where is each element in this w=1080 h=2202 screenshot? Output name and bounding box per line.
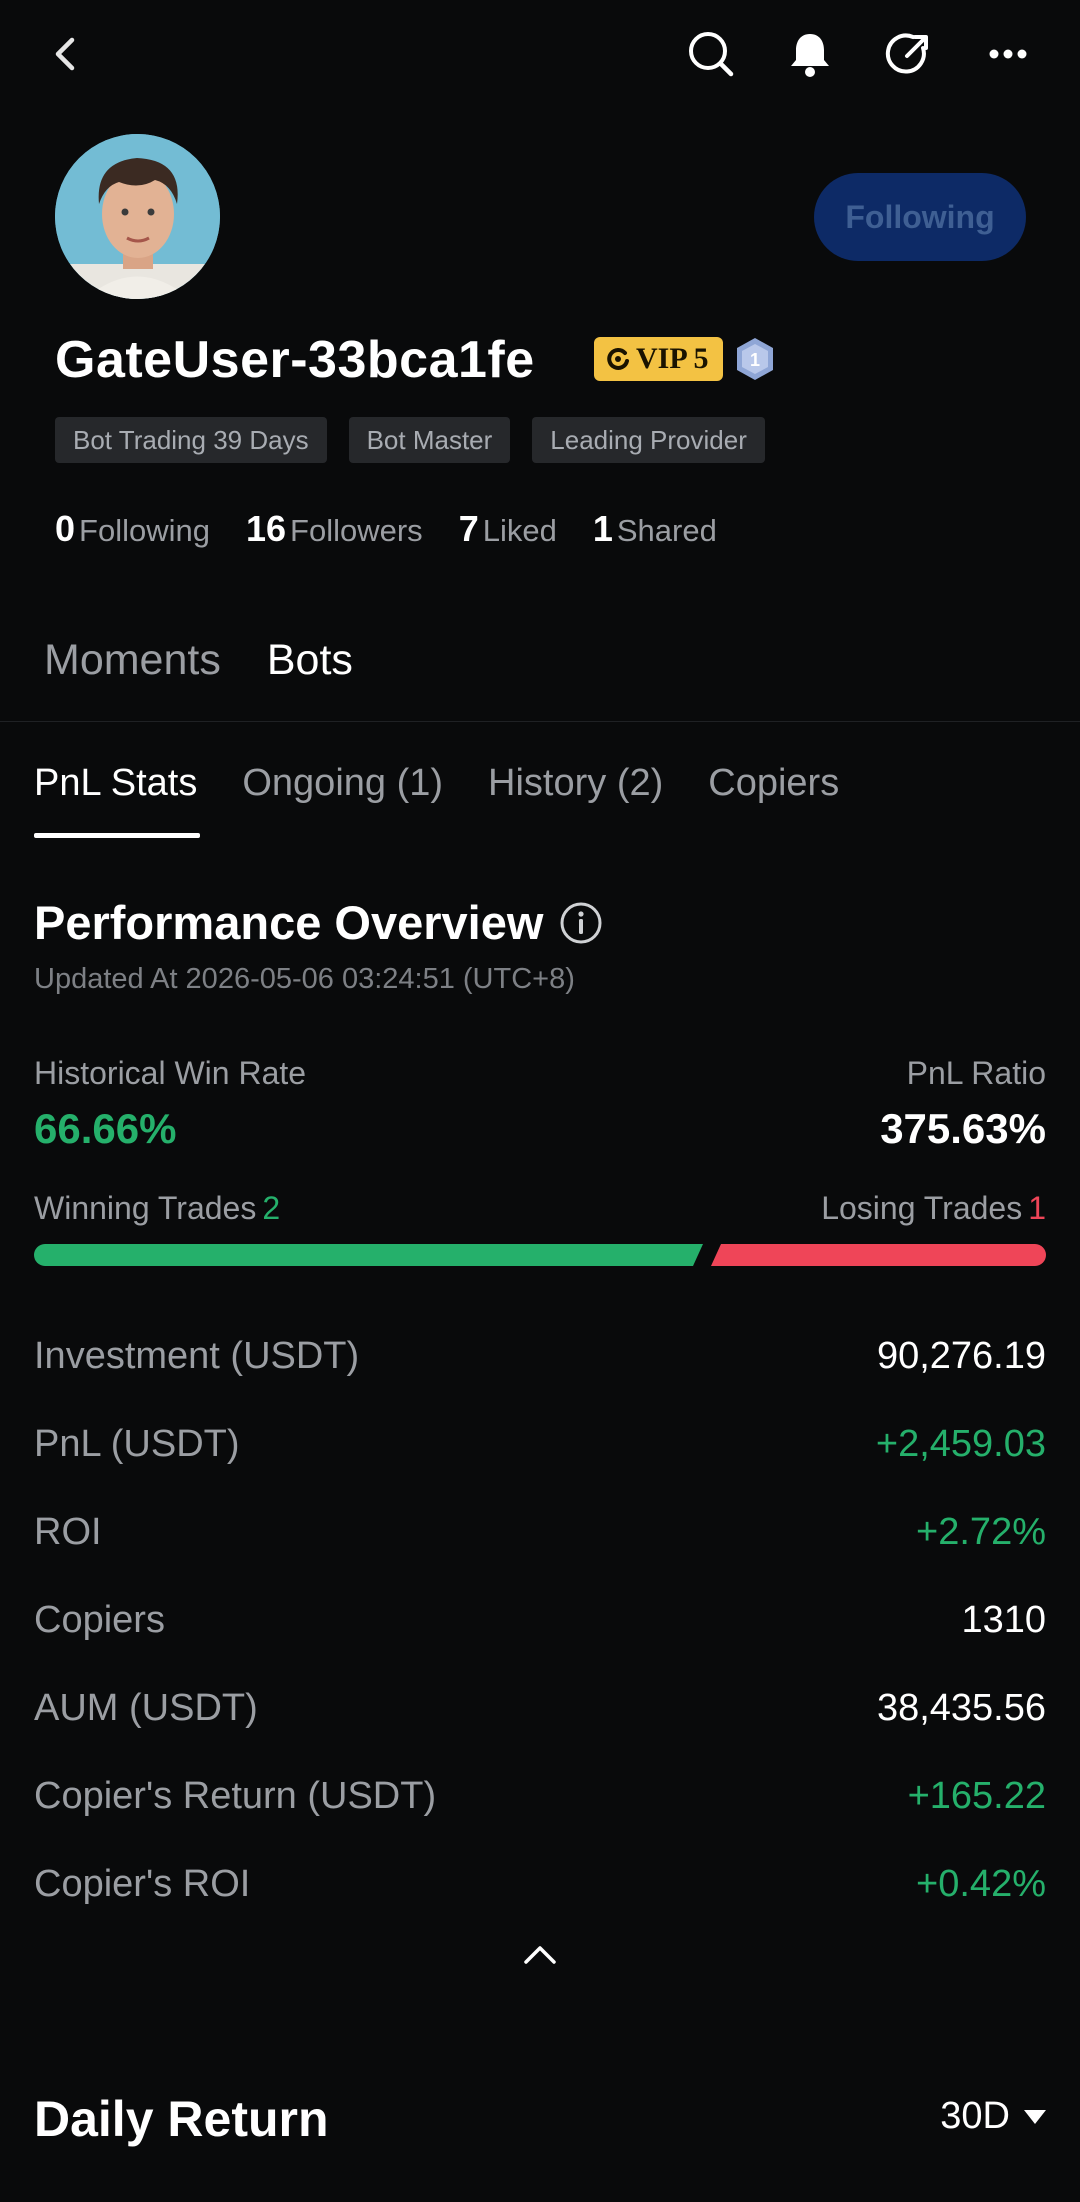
profile-stats: 0 Following 16 Followers 7 Liked 1 Shared xyxy=(55,508,717,550)
bell-icon[interactable] xyxy=(778,22,842,86)
win-bar-segment xyxy=(34,1244,703,1266)
period-value: 30D xyxy=(940,2095,1010,2137)
tab-bots[interactable]: Bots xyxy=(267,636,353,685)
row-value: +2.72% xyxy=(916,1510,1046,1553)
profile-page: Following GateUser-33bca1fe VIP 5 1 Bot … xyxy=(0,0,1080,2202)
daily-return-title: Daily Return xyxy=(34,2091,329,2147)
row-label: PnL (USDT) xyxy=(34,1422,240,1465)
stat-row-pnl: PnL (USDT) +2,459.03 xyxy=(34,1400,1046,1488)
row-label: Copiers xyxy=(34,1598,165,1641)
period-selector[interactable]: 30D xyxy=(940,2095,1046,2138)
tag-bot-trading-days: Bot Trading 39 Days xyxy=(55,417,327,463)
following-button[interactable]: Following xyxy=(814,173,1026,261)
pnl-ratio-value: 375.63% xyxy=(880,1105,1046,1152)
winning-trades-value: 2 xyxy=(262,1190,281,1226)
updated-timestamp: Updated At 2026-05-06 03:24:51 (UTC+8) xyxy=(34,963,575,995)
row-label: Copier's ROI xyxy=(34,1862,251,1905)
tab-pnl-stats[interactable]: PnL Stats xyxy=(34,762,197,805)
performance-title: Performance Overview xyxy=(34,896,544,949)
pnl-ratio-label: PnL Ratio xyxy=(906,1055,1046,1091)
main-tabs: Moments Bots xyxy=(44,636,353,685)
stat-row-investment: Investment (USDT) 90,276.19 xyxy=(34,1312,1046,1400)
tab-history[interactable]: History (2) xyxy=(488,762,663,805)
stats-list: Investment (USDT) 90,276.19 PnL (USDT) +2,… xyxy=(34,1312,1046,1928)
share-icon[interactable] xyxy=(877,22,941,86)
avatar[interactable] xyxy=(55,134,220,299)
chevron-up-icon[interactable] xyxy=(522,1942,558,1966)
profile-tags: Bot Trading 39 Days Bot Master Leading P… xyxy=(55,417,765,463)
row-label: Copier's Return (USDT) xyxy=(34,1774,437,1817)
row-value: +165.22 xyxy=(907,1774,1046,1817)
performance-title-row: Performance Overview xyxy=(34,895,603,950)
stat-following-label: Following xyxy=(79,513,210,548)
tab-ongoing[interactable]: Ongoing (1) xyxy=(242,762,443,805)
row-value: 1310 xyxy=(961,1598,1046,1641)
stat-row-roi: ROI +2.72% xyxy=(34,1488,1046,1576)
winning-trades-label: Winning Trades xyxy=(34,1190,257,1226)
stat-following[interactable]: 0 Following xyxy=(55,508,210,550)
stat-row-copiers: Copiers 1310 xyxy=(34,1576,1046,1664)
losing-trades-value: 1 xyxy=(1028,1190,1046,1226)
stat-shared-value: 1 xyxy=(592,508,613,549)
username: GateUser-33bca1fe xyxy=(55,331,535,389)
top-bar xyxy=(0,0,1080,110)
caret-down-icon xyxy=(1024,2109,1046,2124)
stat-liked-value: 7 xyxy=(458,508,479,549)
level-badge: 1 xyxy=(734,336,776,382)
stat-liked-label: Liked xyxy=(482,513,557,548)
win-rate-label: Historical Win Rate xyxy=(34,1055,307,1091)
stat-shared-label: Shared xyxy=(616,513,717,548)
tab-copiers[interactable]: Copiers xyxy=(708,762,839,805)
stat-following-value: 0 xyxy=(55,508,76,549)
stat-shared: 1 Shared xyxy=(593,508,717,550)
row-value: +2,459.03 xyxy=(875,1422,1046,1465)
row-label: AUM (USDT) xyxy=(34,1686,258,1729)
row-value: +0.42% xyxy=(916,1862,1046,1905)
stat-row-copier-return: Copier's Return (USDT) +165.22 xyxy=(34,1752,1046,1840)
back-icon[interactable] xyxy=(34,22,98,86)
more-icon[interactable] xyxy=(976,22,1040,86)
vip-icon xyxy=(607,347,629,370)
tab-moments[interactable]: Moments xyxy=(44,636,221,685)
search-icon[interactable] xyxy=(679,22,743,86)
level-value: 1 xyxy=(750,350,760,370)
win-rate-value: 66.66% xyxy=(34,1105,177,1152)
stat-row-copier-roi: Copier's ROI +0.42% xyxy=(34,1840,1046,1928)
stat-followers-value: 16 xyxy=(245,508,287,549)
stat-followers-label: Followers xyxy=(290,513,423,548)
divider xyxy=(0,721,1080,722)
row-label: Investment (USDT) xyxy=(34,1334,360,1377)
stat-row-aum: AUM (USDT) 38,435.56 xyxy=(34,1664,1046,1752)
loss-bar-segment xyxy=(711,1244,1046,1266)
sub-tabs: PnL Stats Ongoing (1) History (2) Copier… xyxy=(34,762,839,805)
tag-bot-master: Bot Master xyxy=(348,417,511,463)
info-icon[interactable] xyxy=(559,901,603,945)
winning-trades: Winning Trades 2 xyxy=(34,1190,280,1227)
row-label: ROI xyxy=(34,1510,102,1553)
win-loss-bar xyxy=(34,1244,1046,1266)
losing-trades-label: Losing Trades xyxy=(821,1190,1023,1226)
vip-badge: VIP 5 xyxy=(594,337,723,381)
sub-tab-indicator xyxy=(34,833,200,838)
row-value: 90,276.19 xyxy=(876,1334,1046,1377)
vip-label: VIP 5 xyxy=(636,342,709,375)
stat-followers[interactable]: 16 Followers xyxy=(246,508,423,550)
row-value: 38,435.56 xyxy=(876,1686,1046,1729)
stat-liked: 7 Liked xyxy=(459,508,557,550)
tag-leading-provider: Leading Provider xyxy=(532,417,765,463)
losing-trades: Losing Trades 1 xyxy=(821,1190,1046,1227)
